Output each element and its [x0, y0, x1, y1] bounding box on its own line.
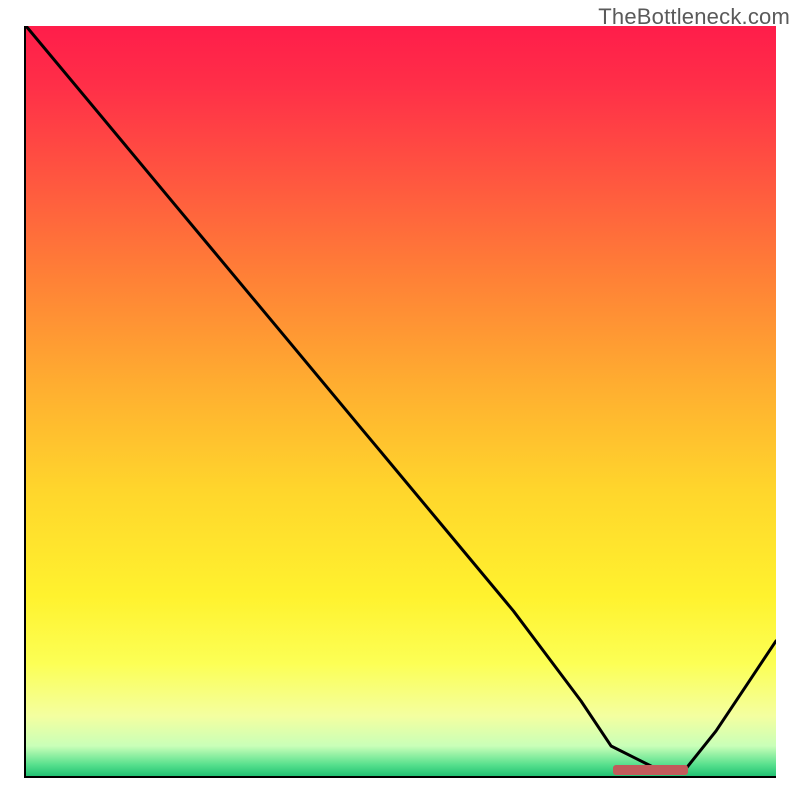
- minimum-marker: [613, 765, 688, 775]
- curve-line: [26, 26, 776, 776]
- chart-plot-area: [24, 26, 776, 778]
